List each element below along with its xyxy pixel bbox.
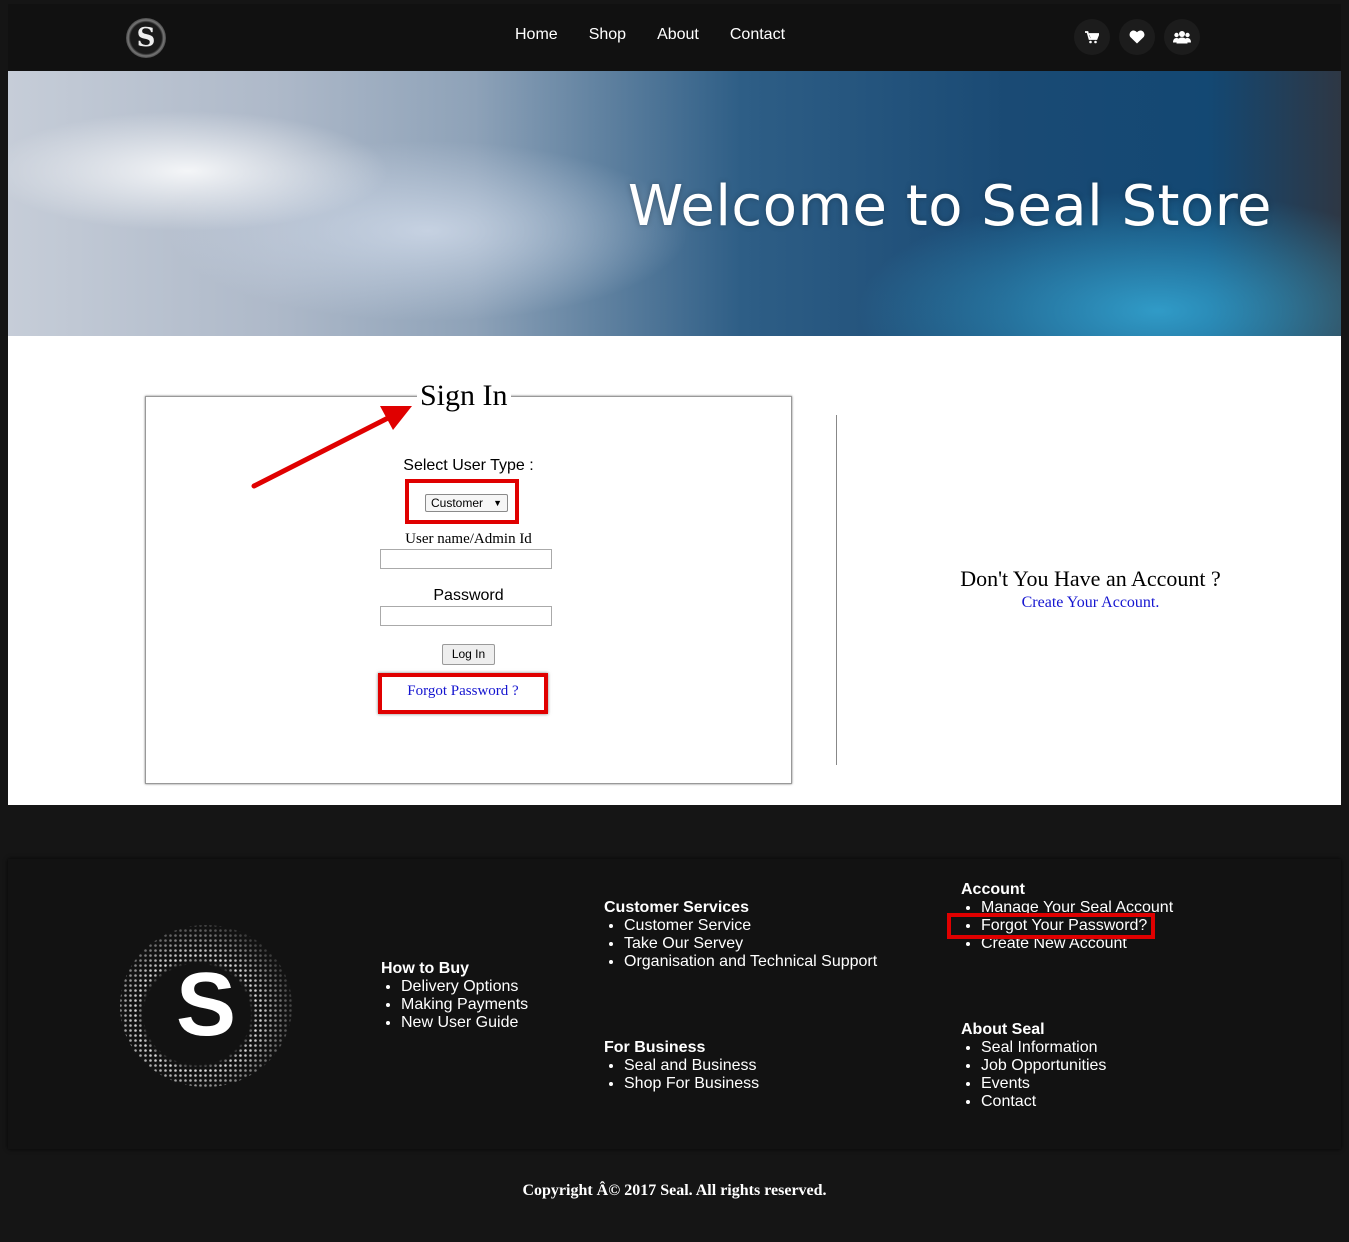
create-account-link[interactable]: Create Your Account. bbox=[908, 594, 1273, 612]
hero-banner: Welcome to Seal Store bbox=[8, 71, 1341, 336]
footer-how-to-buy: How to Buy Delivery Options Making Payme… bbox=[381, 960, 528, 1032]
nav-links: Home Shop About Contact bbox=[515, 26, 816, 44]
footer: S How to Buy Delivery Options Making Pay… bbox=[8, 859, 1341, 1149]
nav-contact-link[interactable]: Contact bbox=[730, 26, 785, 44]
annotation-highlight-box bbox=[947, 913, 1155, 939]
vertical-divider bbox=[836, 415, 837, 765]
signin-legend: Sign In bbox=[417, 379, 511, 413]
forgot-password-link[interactable]: Forgot Password ? bbox=[382, 683, 544, 700]
nav-shop-link[interactable]: Shop bbox=[589, 26, 626, 44]
footer-link[interactable]: Events bbox=[981, 1075, 1106, 1093]
password-label: Password bbox=[433, 587, 504, 604]
footer-link[interactable]: Shop For Business bbox=[624, 1075, 759, 1093]
password-input[interactable] bbox=[380, 606, 552, 626]
top-navbar: S Home Shop About Contact bbox=[8, 4, 1341, 71]
footer-heading: How to Buy bbox=[381, 960, 469, 977]
footer-heading: Customer Services bbox=[604, 899, 749, 916]
footer-link[interactable]: Organisation and Technical Support bbox=[624, 953, 877, 971]
footer-link[interactable]: New User Guide bbox=[401, 1014, 528, 1032]
nav-icon-group bbox=[1074, 19, 1200, 55]
register-prompt: Don't You Have an Account ? Create Your … bbox=[908, 566, 1273, 612]
signin-fieldset: Sign In Select User Type : Customer ▼ Us… bbox=[145, 379, 792, 784]
footer-link[interactable]: Seal Information bbox=[981, 1039, 1106, 1057]
footer-link[interactable]: Customer Service bbox=[624, 917, 877, 935]
seal-logo[interactable]: S bbox=[126, 18, 166, 58]
seal-footer-logo: S bbox=[120, 925, 292, 1087]
footer-customer-services: Customer Services Customer Service Take … bbox=[604, 899, 877, 971]
footer-link[interactable]: Job Opportunities bbox=[981, 1057, 1106, 1075]
login-button[interactable]: Log In bbox=[442, 644, 495, 665]
cart-icon[interactable] bbox=[1074, 19, 1110, 55]
footer-heading: Account bbox=[961, 881, 1025, 898]
footer-heading: About Seal bbox=[961, 1021, 1045, 1038]
users-icon[interactable] bbox=[1164, 19, 1200, 55]
heart-icon[interactable] bbox=[1119, 19, 1155, 55]
no-account-question: Don't You Have an Account ? bbox=[960, 566, 1221, 591]
user-type-label: Select User Type : bbox=[403, 457, 534, 474]
hero-title: Welcome to Seal Store bbox=[627, 174, 1272, 239]
annotation-highlight-box: Forgot Password ? bbox=[378, 673, 548, 714]
nav-home-link[interactable]: Home bbox=[515, 26, 558, 44]
nav-about-link[interactable]: About bbox=[657, 26, 699, 44]
footer-link[interactable]: Contact bbox=[981, 1093, 1106, 1111]
footer-about-seal: About Seal Seal Information Job Opportun… bbox=[961, 1021, 1106, 1111]
username-label: User name/Admin Id bbox=[405, 531, 532, 547]
footer-heading: For Business bbox=[604, 1039, 706, 1056]
annotation-arrow-icon bbox=[251, 406, 412, 489]
footer-link[interactable]: Take Our Servey bbox=[624, 935, 877, 953]
user-type-select[interactable]: Customer ▼ bbox=[425, 494, 508, 512]
footer-link[interactable]: Making Payments bbox=[401, 996, 528, 1014]
footer-for-business: For Business Seal and Business Shop For … bbox=[604, 1039, 759, 1093]
footer-link[interactable]: Delivery Options bbox=[401, 978, 528, 996]
main-content: Sign In Select User Type : Customer ▼ Us… bbox=[8, 336, 1341, 805]
footer-logo-letter: S bbox=[176, 955, 236, 1055]
footer-link[interactable]: Seal and Business bbox=[624, 1057, 759, 1075]
copyright-text: Copyright Â© 2017 Seal. All rights reser… bbox=[522, 1182, 827, 1199]
dropdown-arrow-icon: ▼ bbox=[493, 498, 502, 508]
username-input[interactable] bbox=[380, 549, 552, 569]
user-type-selected-value: Customer bbox=[431, 496, 484, 510]
